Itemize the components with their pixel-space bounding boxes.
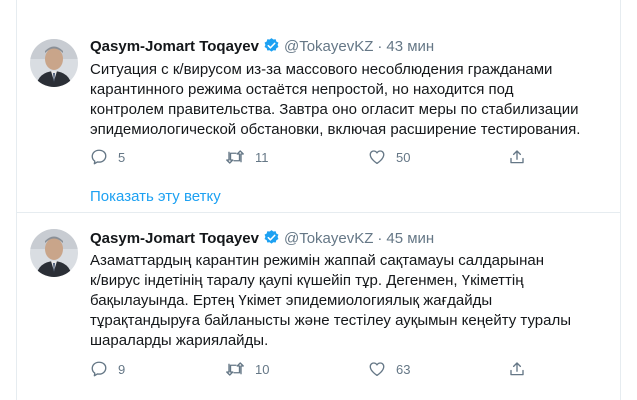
tweet-text-line: шараларды жариялайды. — [90, 332, 269, 349]
like-count: 63 — [396, 361, 411, 377]
verified-badge-icon — [263, 229, 280, 252]
tweet-text: Азаматтардың карантин режимін жаппай сақ… — [90, 251, 610, 351]
avatar-photo — [30, 39, 78, 87]
tweet-card[interactable]: Qasym-Jomart Toqayev @TokayevKZ · 43 мин Си… — [17, 0, 620, 212]
retweet-icon — [226, 150, 244, 164]
share-icon — [510, 362, 524, 376]
retweet-button[interactable]: 10 — [225, 359, 269, 379]
tweet-text-line: бақылауында. Ертең Үкімет эпидемиологиял… — [90, 292, 493, 309]
author-handle[interactable]: @TokayevKZ — [284, 230, 373, 247]
share-button[interactable] — [508, 359, 526, 379]
verified-badge-icon — [263, 37, 280, 60]
avatar[interactable] — [30, 229, 78, 277]
tweet-timestamp[interactable]: 43 мин — [386, 38, 434, 55]
tweet-card[interactable]: Qasym-Jomart Toqayev @TokayevKZ · 45 мин Аз… — [17, 213, 620, 400]
tweet-text-line: карантинного режима остаётся непростой, … — [90, 81, 514, 98]
tweet-text-line: к/вирус індетінің таралу қаупі күшейіп т… — [90, 272, 524, 289]
author-name[interactable]: Qasym-Jomart Toqayev — [90, 230, 259, 247]
tweet-text: Ситуация с к/вирусом из-за массового нес… — [90, 60, 610, 140]
reply-count: 9 — [118, 361, 126, 377]
reply-button[interactable]: 9 — [90, 359, 125, 379]
share-button[interactable] — [508, 147, 526, 167]
like-button[interactable]: 50 — [368, 147, 410, 167]
like-button[interactable]: 63 — [368, 359, 410, 379]
author-name[interactable]: Qasym-Jomart Toqayev — [90, 38, 259, 55]
show-thread-link[interactable]: Показать эту ветку — [90, 188, 221, 205]
like-count: 50 — [396, 149, 411, 165]
retweet-count: 11 — [255, 149, 269, 165]
tweet-text-line: Азаматтардың карантин режимін жаппай сақ… — [90, 252, 544, 269]
reply-icon — [91, 149, 107, 165]
avatar-photo — [30, 229, 78, 277]
separator-dot: · — [377, 230, 383, 247]
heart-icon — [369, 362, 385, 377]
tweet-text-line: тұрақтандыруға байланысты және тестілеу … — [90, 312, 572, 329]
retweet-count: 10 — [255, 361, 270, 377]
tweet-actions: 5 11 50 — [90, 147, 530, 167]
separator-dot: · — [377, 38, 383, 55]
tweet-text-line: эпидемиологической обстановки, включая р… — [90, 121, 581, 138]
retweet-icon — [226, 362, 244, 376]
heart-icon — [369, 150, 385, 165]
avatar[interactable] — [30, 39, 78, 87]
tweet-text-line: Ситуация с к/вирусом из-за массового нес… — [90, 61, 553, 78]
author-handle[interactable]: @TokayevKZ — [284, 38, 373, 55]
reply-count: 5 — [118, 149, 126, 165]
reply-icon — [91, 361, 107, 377]
reply-button[interactable]: 5 — [90, 147, 125, 167]
share-icon — [510, 150, 524, 164]
tweet-text-line: контролем правительства. Завтра оно огла… — [90, 101, 579, 118]
tweet-actions: 9 10 63 — [90, 359, 530, 379]
retweet-button[interactable]: 11 — [225, 147, 269, 167]
tweet-timestamp[interactable]: 45 мин — [386, 230, 434, 247]
